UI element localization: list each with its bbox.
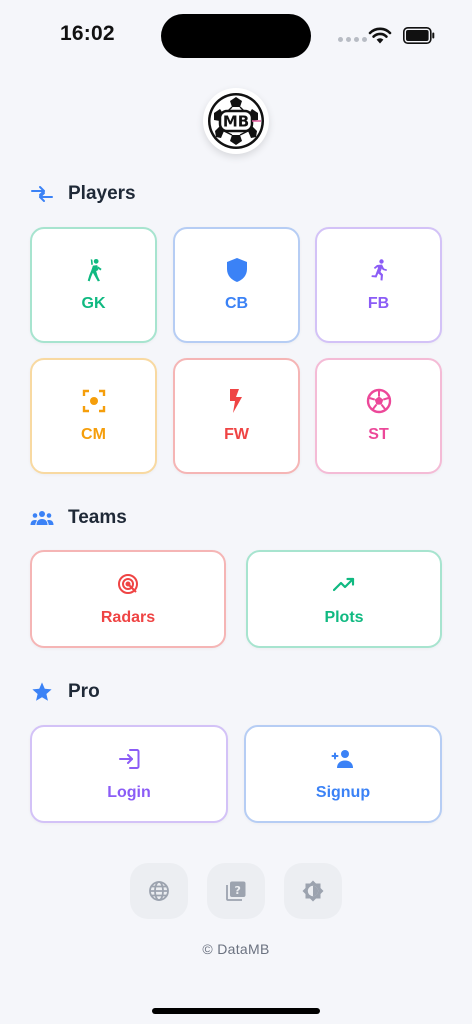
teams-label-plots: Plots — [324, 609, 364, 626]
lightning-icon — [224, 388, 250, 414]
radar-icon — [115, 571, 141, 597]
datamb-logo-icon: MB — [208, 93, 264, 149]
trending-up-icon — [331, 571, 357, 597]
football-icon — [366, 388, 392, 414]
position-card-cb[interactable]: CB — [173, 227, 300, 343]
login-label: Login — [107, 784, 151, 801]
copyright-text: © DataMB — [202, 941, 270, 957]
teams-card-radars[interactable]: Radars — [30, 550, 226, 648]
app-logo: MB — [203, 88, 269, 154]
position-label-st: ST — [368, 426, 389, 443]
compare-arrows-icon — [30, 182, 54, 206]
target-center-icon — [81, 388, 107, 414]
star-icon — [30, 680, 54, 704]
add-user-icon — [330, 746, 356, 772]
login-icon — [116, 746, 142, 772]
goalkeeper-icon — [81, 257, 107, 283]
help-button[interactable]: ? — [207, 863, 265, 919]
status-time: 16:02 — [60, 22, 115, 45]
players-section-title: Players — [68, 183, 136, 204]
group-icon — [30, 506, 54, 530]
signup-label: Signup — [315, 784, 371, 801]
players-section-header: Players — [30, 182, 136, 206]
globe-icon — [149, 881, 169, 901]
position-card-fb[interactable]: FB — [315, 227, 442, 343]
language-button[interactable] — [130, 863, 188, 919]
login-button[interactable]: Login — [30, 725, 228, 823]
running-icon — [366, 257, 392, 283]
signup-button[interactable]: Signup — [244, 725, 442, 823]
teams-section-title: Teams — [68, 507, 127, 528]
pro-section-header: Pro — [30, 680, 100, 704]
position-label-fb: FB — [367, 295, 390, 312]
wifi-icon — [368, 27, 392, 44]
position-label-cb: CB — [224, 295, 249, 312]
teams-section-header: Teams — [30, 506, 127, 530]
pro-section-title: Pro — [68, 681, 100, 702]
dynamic-island — [161, 14, 311, 58]
svg-text:?: ? — [235, 884, 241, 897]
help-book-icon: ? — [226, 881, 246, 901]
position-card-fw[interactable]: FW — [173, 358, 300, 474]
position-card-st[interactable]: ST — [315, 358, 442, 474]
brightness-icon — [302, 880, 324, 902]
shield-icon — [224, 257, 250, 283]
position-card-cm[interactable]: CM — [30, 358, 157, 474]
position-label-fw: FW — [224, 426, 249, 443]
position-label-gk: GK — [81, 295, 106, 312]
status-bar: 16:02 — [0, 0, 472, 70]
cellular-signal-icon — [338, 37, 367, 42]
battery-icon — [403, 27, 435, 44]
logo-text: MB — [223, 113, 249, 131]
teams-label-radars: Radars — [100, 609, 156, 626]
home-indicator[interactable] — [152, 1008, 320, 1014]
position-card-gk[interactable]: GK — [30, 227, 157, 343]
theme-toggle-button[interactable] — [284, 863, 342, 919]
position-label-cm: CM — [81, 426, 106, 443]
teams-card-plots[interactable]: Plots — [246, 550, 442, 648]
